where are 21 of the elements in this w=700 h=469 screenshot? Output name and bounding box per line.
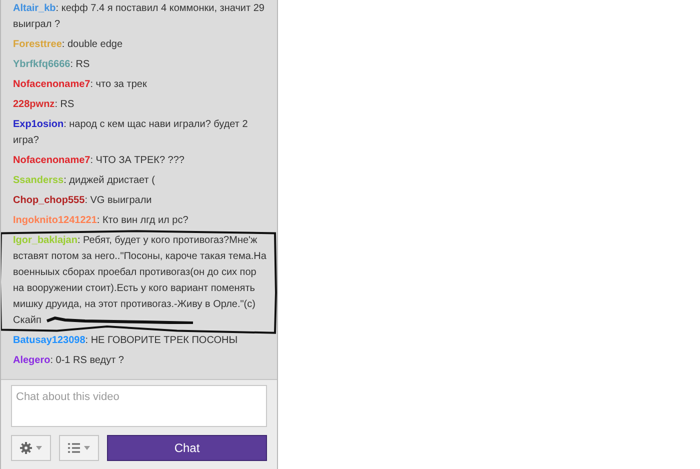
chat-message: Alegero: 0-1 RS ведут ?	[13, 354, 125, 368]
list-button[interactable]	[59, 435, 99, 461]
chat-message: Ssanderss: диджей дристает (	[13, 174, 156, 188]
chat-message: Altair_kb: кефф 7.4 я поставил 4 коммонки, значит 29 выиграл ?	[13, 2, 266, 32]
chat-message: Chop_chop555: VG выиграли	[13, 194, 153, 208]
chat-message: 228pwnz: RS	[13, 98, 76, 112]
list-icon	[68, 443, 80, 453]
chat-message: Batusay123098: НЕ ГОВОРИТЕ ТРЕК ПОСОНЫ	[13, 334, 239, 348]
chat-message: Nofacenoname7: что за трек	[13, 78, 148, 92]
settings-icon	[20, 442, 32, 454]
caret-icon	[36, 446, 42, 450]
chat-message: Igor_baklajan: Ребят, будет у кого противогаз?Мне'ж вставят потом за него.."Посоны, кароче такая тема.На военныых сборах проебал противогаз(он до сих пор на вооружении стоит).Есть у кого вариант поменять мишку друида, на этот противогаз.-Живу в Орле."(с) Скайп	[13, 234, 268, 328]
chat-message: Foresttree: double edge	[13, 38, 124, 52]
chat-message: Ingoknito1241221: Кто вин лгд ил рс?	[13, 214, 190, 228]
settings-button[interactable]	[11, 435, 51, 461]
chat-message: Exp1osion: народ с кем щас нави играли? будет 2 игра?	[13, 118, 249, 148]
chat-input[interactable]: Chat about this video	[11, 385, 267, 427]
chat-message: Ybrfkfq6666: RS	[13, 58, 91, 72]
chat-message: Nofacenoname7: ЧТО ЗА ТРЕК? ???	[13, 154, 186, 168]
chat-button[interactable]: Chat	[107, 435, 267, 461]
caret-icon	[84, 446, 90, 450]
